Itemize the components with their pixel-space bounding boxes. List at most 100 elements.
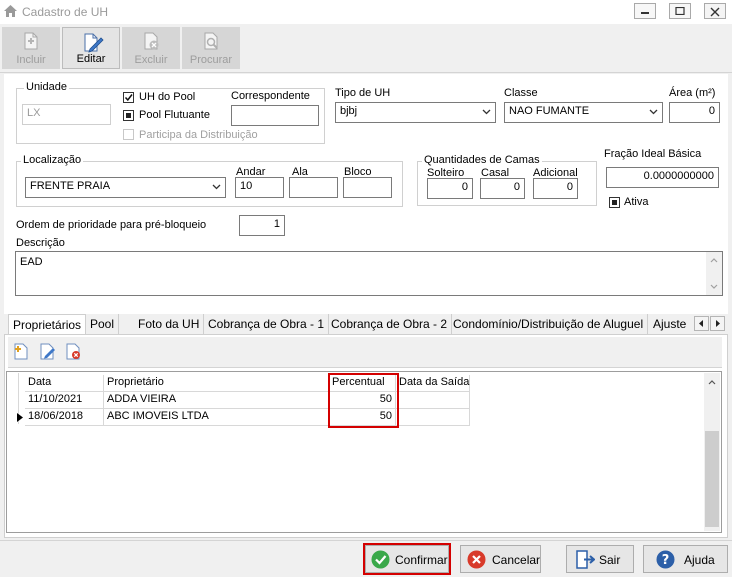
grid-scrollbar-thumb[interactable] [705, 431, 719, 527]
table-row[interactable]: 18/06/2018 ABC IMOVEIS LTDA 50 [25, 409, 470, 426]
grid-scrollbar[interactable] [704, 373, 720, 531]
grid-edit-button[interactable] [37, 341, 59, 363]
participa-distribuicao-label: Participa da Distribuição [139, 129, 258, 141]
bottom-bar: Confirmar Cancelar Sair ? Ajuda [0, 540, 732, 577]
pool-flutuante-label: Pool Flutuante [139, 109, 210, 121]
uh-do-pool-label: UH do Pool [139, 91, 196, 103]
toolbar: Incluir Editar Excluir Procurar [0, 24, 732, 73]
chevron-down-icon [482, 109, 491, 115]
arrow-left-icon [699, 320, 703, 327]
tab-cobranca-obra-1[interactable]: Cobrança de Obra - 1 [204, 314, 330, 334]
current-row-indicator-icon [17, 413, 23, 422]
percentual-highlight [328, 373, 399, 428]
correspondente-input[interactable] [231, 105, 319, 126]
ajuda-button[interactable]: ? Ajuda [643, 545, 728, 573]
unidade-input[interactable]: LX [22, 104, 111, 125]
cell-data-saida [396, 392, 470, 409]
solteiro-input[interactable]: 0 [427, 178, 473, 199]
incluir-label: Incluir [16, 54, 46, 66]
table-row[interactable]: 11/10/2021 ADDA VIEIRA 50 [25, 392, 470, 409]
tab-cobranca-obra-2[interactable]: Cobrança de Obra - 2 [327, 314, 453, 334]
descricao-scrollbar[interactable] [706, 252, 722, 295]
area-input[interactable]: 0 [669, 102, 720, 123]
svg-text:?: ? [662, 553, 670, 568]
andar-input[interactable]: 10 [235, 177, 284, 198]
excluir-label: Excluir [134, 54, 168, 66]
classe-select[interactable]: NAO FUMANTE [504, 102, 663, 123]
localizacao-label: Localização [21, 154, 84, 166]
owners-grid: Data Proprietário Percentual Data da Saí… [6, 371, 722, 533]
localizacao-select[interactable]: FRENTE PRAIA [25, 177, 226, 198]
procurar-label: Procurar [189, 54, 233, 66]
edit-document-icon [40, 343, 55, 360]
delete-document-icon [141, 31, 161, 54]
help-icon: ? [656, 550, 675, 569]
ajuda-label: Ajuda [684, 553, 715, 567]
tab-ajuste[interactable]: Ajuste [649, 314, 690, 334]
ativa-checkbox[interactable] [609, 197, 620, 208]
confirmar-highlight [363, 543, 451, 575]
search-document-icon [201, 31, 221, 54]
delete-document-icon [66, 343, 80, 360]
bloco-input[interactable] [343, 177, 392, 198]
ordem-label: Ordem de prioridade para pré-bloqueio [16, 219, 207, 231]
pool-flutuante-checkbox[interactable] [123, 110, 134, 121]
tab-scroll-right-button[interactable] [710, 316, 725, 331]
maximize-button[interactable] [669, 3, 691, 19]
uh-do-pool-checkbox[interactable] [123, 92, 134, 103]
classe-value: NAO FUMANTE [509, 105, 590, 117]
sair-button[interactable]: Sair [566, 545, 634, 573]
tab-condominio-distribuicao[interactable]: Condomínio/Distribuição de Aluguel [449, 314, 649, 334]
ala-input[interactable] [289, 177, 338, 198]
descricao-value: EAD [20, 256, 43, 268]
localizacao-value: FRENTE PRAIA [30, 180, 111, 192]
excluir-button[interactable]: Excluir [122, 27, 180, 69]
column-header-data[interactable]: Data [25, 375, 104, 392]
minimize-button[interactable] [634, 3, 656, 19]
tipo-uh-select[interactable]: bjbj [335, 102, 496, 123]
cancel-icon [467, 550, 486, 569]
arrow-right-icon [716, 320, 720, 327]
home-icon [3, 4, 18, 21]
column-header-proprietario[interactable]: Proprietário [104, 375, 329, 392]
new-document-icon [14, 343, 28, 360]
cell-proprietario: ABC IMOVEIS LTDA [104, 409, 329, 426]
area-label: Área (m²) [669, 87, 716, 99]
camas-title: Quantidades de Camas [422, 154, 542, 166]
adicional-input[interactable]: 0 [533, 178, 578, 199]
sair-label: Sair [599, 553, 621, 567]
incluir-button[interactable]: Incluir [2, 27, 60, 69]
tab-pool[interactable]: Pool [86, 314, 120, 334]
tipo-uh-value: bjbj [340, 105, 358, 117]
grid-delete-button[interactable] [63, 341, 85, 363]
scroll-down-icon [710, 284, 718, 289]
correspondente-label: Correspondente [231, 90, 310, 102]
tab-strip: Proprietários Pool Foto da UH Cobrança d… [4, 314, 728, 334]
ordem-input[interactable]: 1 [239, 215, 285, 236]
cell-proprietario: ADDA VIEIRA [104, 392, 329, 409]
cell-data-saida [396, 409, 470, 426]
casal-input[interactable]: 0 [480, 178, 525, 199]
tipo-uh-label: Tipo de UH [335, 87, 391, 99]
cell-data: 11/10/2021 [25, 392, 104, 409]
tab-proprietarios[interactable]: Proprietários [8, 314, 87, 334]
tab-foto-da-uh[interactable]: Foto da UH [134, 314, 205, 334]
procurar-button[interactable]: Procurar [182, 27, 240, 69]
tab-scroll-left-button[interactable] [694, 316, 709, 331]
column-header-data-saida[interactable]: Data da Saída [396, 375, 470, 392]
cancelar-button[interactable]: Cancelar [460, 545, 541, 573]
chevron-down-icon [212, 184, 221, 190]
fracao-input[interactable]: 0.0000000000 [606, 167, 719, 188]
descricao-label: Descrição [16, 237, 65, 249]
close-button[interactable] [704, 3, 726, 19]
title-bar: Cadastro de UH [0, 0, 732, 24]
cell-data: 18/06/2018 [25, 409, 104, 426]
editar-button[interactable]: Editar [62, 27, 120, 69]
participa-distribuicao-checkbox[interactable] [123, 129, 134, 140]
editar-label: Editar [76, 53, 106, 65]
fracao-label: Fração Ideal Básica [604, 148, 702, 160]
classe-label: Classe [504, 87, 538, 99]
new-document-icon [21, 31, 41, 54]
grid-add-button[interactable] [11, 341, 33, 363]
descricao-textarea[interactable]: EAD [15, 251, 723, 296]
